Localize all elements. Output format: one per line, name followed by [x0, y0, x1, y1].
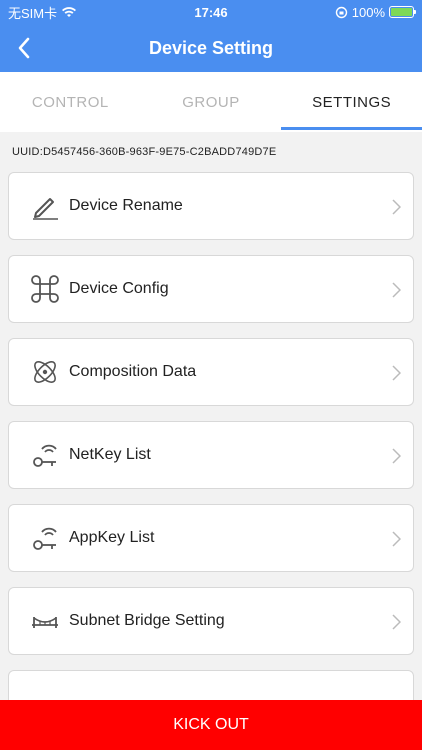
appkey-list-item[interactable]: AppKey List: [8, 504, 414, 572]
orientation-lock-icon: [335, 6, 347, 18]
chevron-right-icon: [392, 282, 401, 298]
card-label: Subnet Bridge Setting: [69, 612, 225, 629]
device-uuid: UUID:D5457456-360B-963F-9E75-C2BADD749D7…: [12, 146, 277, 158]
netkey-list-item[interactable]: NetKey List: [8, 421, 414, 489]
command-icon: [29, 273, 61, 305]
device-rename-item[interactable]: Device Rename: [8, 172, 414, 240]
status-left: 无SIM卡: [8, 3, 77, 22]
status-bar: 无SIM卡 17:46 100%: [0, 0, 422, 24]
nav-bar: Device Setting: [0, 24, 422, 72]
card-label: Composition Data: [69, 363, 197, 380]
card-label: Device Config: [69, 280, 169, 297]
tab-group[interactable]: GROUP: [141, 72, 282, 132]
carrier-text: 无SIM卡: [8, 5, 58, 21]
atom-icon: [29, 356, 61, 388]
pencil-icon: [29, 190, 61, 222]
chevron-right-icon: [392, 199, 401, 215]
chevron-right-icon: [392, 365, 401, 381]
status-time: 17:46: [194, 4, 228, 20]
subnet-bridge-setting-item[interactable]: Subnet Bridge Setting: [8, 587, 414, 655]
tab-settings[interactable]: SETTINGS: [281, 72, 422, 132]
tab-control[interactable]: CONTROL: [0, 72, 141, 132]
wifi-key-icon: [29, 522, 61, 554]
settings-list: Device Rename Device Config Composition …: [8, 172, 414, 750]
status-right: 100%: [335, 4, 416, 20]
kick-out-button[interactable]: KICK OUT: [0, 700, 422, 750]
battery-fill: [391, 8, 412, 16]
chevron-right-icon: [392, 531, 401, 547]
back-button[interactable]: [8, 32, 40, 64]
wifi-key-icon: [29, 439, 61, 471]
tab-bar: CONTROL GROUP SETTINGS: [0, 72, 422, 132]
wifi-icon: [62, 7, 77, 17]
battery-percent: 100%: [351, 4, 385, 20]
card-label: AppKey List: [69, 529, 155, 546]
page-title: Device Setting: [148, 37, 274, 58]
battery-icon: [389, 6, 416, 18]
device-config-item[interactable]: Device Config: [8, 255, 414, 323]
chevron-left-icon: [18, 37, 30, 59]
card-label: NetKey List: [69, 446, 151, 463]
card-label: Device Rename: [69, 197, 183, 214]
chevron-right-icon: [392, 614, 401, 630]
bridge-icon: [29, 605, 61, 637]
chevron-right-icon: [392, 448, 401, 464]
composition-data-item[interactable]: Composition Data: [8, 338, 414, 406]
